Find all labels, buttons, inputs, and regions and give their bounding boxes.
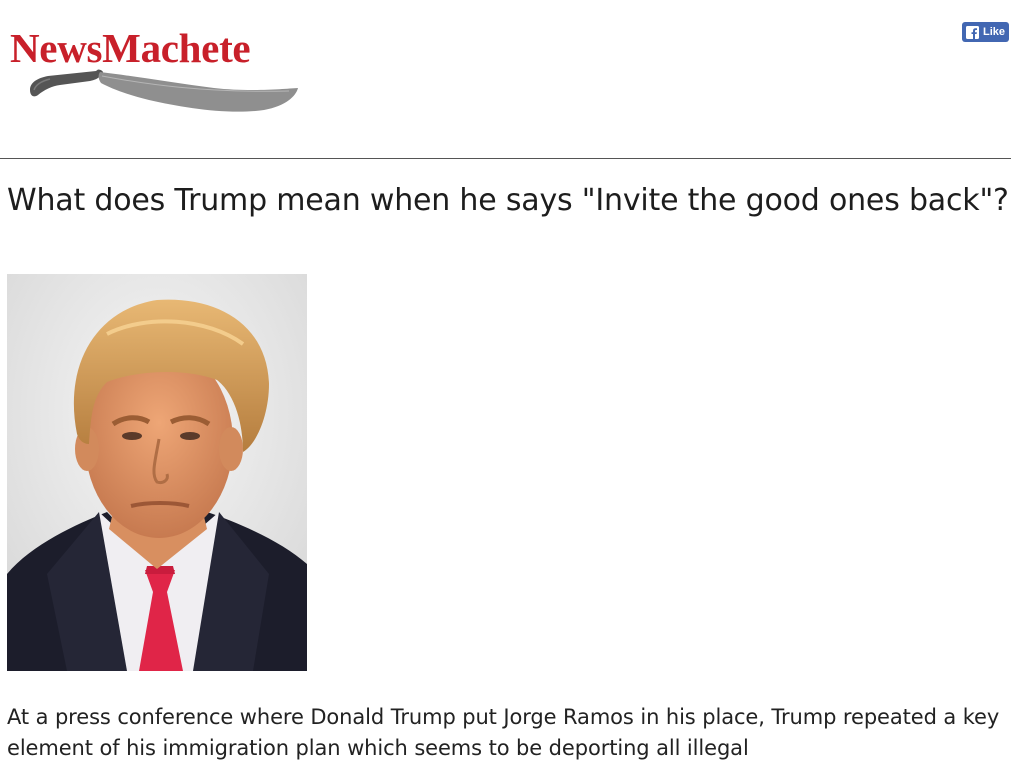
article-body-paragraph: At a press conference where Donald Trump… (7, 705, 1000, 760)
facebook-like-button[interactable]: Like (962, 22, 1009, 42)
facebook-like-label: Like (983, 26, 1006, 38)
machete-icon (30, 69, 298, 112)
site-logo[interactable]: NewsMachete (10, 24, 330, 124)
article: What does Trump mean when he says "Invit… (7, 180, 1012, 760)
article-photo (7, 274, 307, 671)
header-divider (0, 158, 1011, 159)
logo-text: NewsMachete (10, 25, 251, 71)
facebook-icon (966, 25, 979, 39)
site-header: NewsMachete Like (0, 0, 1024, 160)
article-title: What does Trump mean when he says "Invit… (7, 183, 1009, 218)
